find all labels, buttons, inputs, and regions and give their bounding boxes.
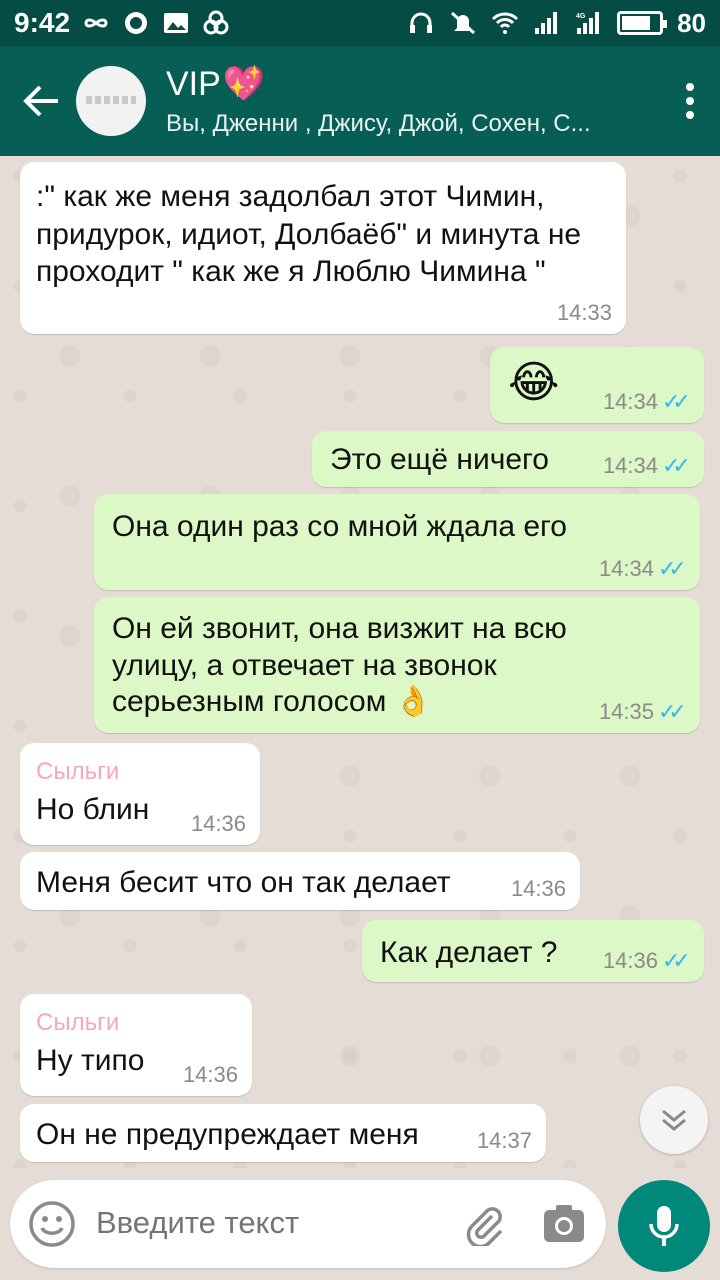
message-time: 14:34 (602, 388, 658, 414)
message-text: Он ей звонит, она визжит на всю улицу, а… (112, 612, 567, 719)
message-bubble[interactable]: Он ей звонит, она визжит на всю улицу, а… (94, 597, 700, 733)
sparkling-heart-icon: 💖 (222, 65, 266, 103)
message-bubble[interactable]: Это ещё ничего 14:34 ✓✓ (312, 431, 704, 487)
chat-members: Вы, Дженни , Джису, Джой, Сохен, С... (166, 110, 591, 137)
status-bar: 9:42 4G 80 (0, 0, 720, 46)
infinity-icon (84, 18, 108, 28)
microphone-icon (649, 1206, 679, 1246)
back-button[interactable] (0, 46, 70, 156)
read-receipt-icon: ✓✓ (658, 555, 687, 581)
message-time: 14:33 (556, 299, 612, 325)
read-receipt-icon: ✓✓ (662, 947, 691, 973)
message-list[interactable]: :" как же меня задолбал этот Чимин, прид… (0, 156, 720, 1168)
message-input[interactable] (96, 1205, 436, 1241)
message-bubble[interactable]: Меня бесит что он так делает 14:36 (20, 852, 580, 910)
message-time: 14:36 (190, 810, 246, 836)
sender-name[interactable]: Сыльги (36, 1008, 119, 1038)
scroll-to-bottom-button[interactable] (640, 1086, 708, 1154)
mute-icon (451, 11, 476, 35)
message-time: 14:35 (598, 698, 654, 724)
composer (0, 1168, 720, 1280)
battery-level: 80 (677, 7, 706, 38)
chat-info[interactable]: VIP 💖 Вы, Дженни , Джису, Джой, Сохен, С… (166, 64, 660, 138)
message-text: Она один раз со мной ждала его (112, 510, 567, 543)
voice-record-button[interactable] (618, 1180, 710, 1272)
message-bubble[interactable]: :" как же меня задолбал этот Чимин, прид… (20, 162, 626, 334)
emoji-icon[interactable] (28, 1200, 76, 1248)
message-input-container[interactable] (10, 1180, 606, 1268)
svg-text:4G: 4G (576, 13, 586, 20)
read-receipt-icon: ✓✓ (662, 388, 691, 414)
wifi-icon (492, 12, 519, 34)
double-chevron-down-icon (662, 1109, 686, 1131)
message-bubble[interactable]: Сыльги Ну типо 14:36 (20, 994, 252, 1096)
message-text: Он не предупреждает меня (36, 1118, 419, 1151)
headset-icon (410, 12, 433, 33)
message-time: 14:34 (602, 452, 658, 478)
message-time: 14:36 (182, 1061, 238, 1087)
message-time: 14:36 (602, 947, 658, 973)
message-bubble[interactable]: Она один раз со мной ждала его 14:34 ✓✓ (94, 494, 700, 590)
chat-header: VIP 💖 Вы, Дженни , Джису, Джой, Сохен, С… (0, 46, 720, 156)
message-bubble[interactable]: 😂 14:34 ✓✓ (490, 347, 704, 423)
battery-icon (617, 11, 668, 35)
message-text: Меня бесит что он так делает (36, 866, 451, 899)
arrow-left-icon (23, 85, 58, 117)
camera-icon[interactable] (542, 1204, 586, 1244)
chat-title: VIP 💖 (166, 64, 660, 104)
group-avatar[interactable] (76, 66, 146, 136)
battery-fill (622, 16, 651, 30)
read-receipt-icon: ✓✓ (662, 452, 691, 478)
status-time: 9:42 (14, 7, 71, 38)
sender-name[interactable]: Сыльги (36, 757, 119, 787)
paperclip-icon[interactable] (462, 1202, 506, 1246)
gallery-icon (203, 10, 229, 35)
message-time: 14:34 (598, 555, 654, 581)
message-bubble[interactable]: Как делает ? 14:36 ✓✓ (362, 920, 704, 982)
message-time: 14:36 (510, 875, 566, 901)
message-text: Ну типо (36, 1044, 145, 1077)
signal-4g-icon: 4G (576, 12, 600, 34)
whatsapp-icon (125, 12, 148, 34)
message-text: Как делает ? (380, 936, 558, 969)
message-emoji: 😂 (508, 358, 560, 407)
message-text: :" как же меня задолбал этот Чимин, прид… (36, 180, 582, 288)
signal-icon (535, 12, 558, 34)
message-text: Это ещё ничего (330, 443, 549, 476)
read-receipt-icon: ✓✓ (658, 698, 687, 724)
message-bubble[interactable]: Он не предупреждает меня 14:37 (20, 1104, 546, 1162)
message-bubble[interactable]: Сыльги Но блин 14:36 (20, 743, 260, 845)
more-options-button[interactable] (660, 46, 720, 156)
image-icon (164, 13, 189, 33)
chat-title-text: VIP (166, 64, 221, 103)
message-text: Но блин (36, 793, 150, 826)
message-time: 14:37 (476, 1127, 532, 1153)
